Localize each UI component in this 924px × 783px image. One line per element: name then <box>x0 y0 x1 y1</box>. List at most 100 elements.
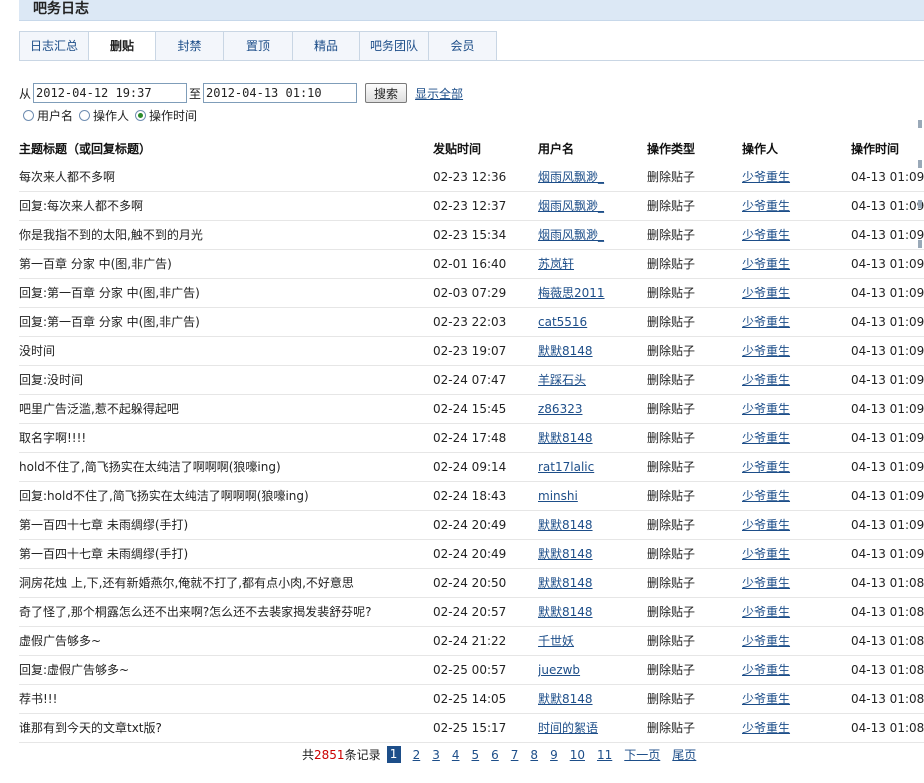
page-link-4[interactable]: 4 <box>452 748 460 762</box>
table-row: 回复:每次来人都不多啊 02-23 12:37 烟雨风飘渺_ 删除贴子 少爷重生 04-1… <box>19 192 924 221</box>
operator-cell: 少爷重生 <box>742 192 842 220</box>
operator-link[interactable]: 少爷重生 <box>742 605 790 619</box>
page-link-5[interactable]: 5 <box>472 748 480 762</box>
operator-link[interactable]: 少爷重生 <box>742 228 790 242</box>
operation-type: 删除贴子 <box>647 634 696 648</box>
username-link[interactable]: 默默8148 <box>538 344 593 358</box>
username-link[interactable]: rat17lalic <box>538 460 594 474</box>
post-title: 吧里广告泛滥,惹不起躲得起吧 <box>19 402 179 416</box>
username-link[interactable]: 默默8148 <box>538 692 593 706</box>
next-page-link[interactable]: 下一页 <box>624 746 660 763</box>
tab-members[interactable]: 会员 <box>429 31 497 61</box>
post-title: 回复:每次来人都不多啊 <box>19 199 144 213</box>
page-link-9[interactable]: 9 <box>550 748 558 762</box>
operator-link[interactable]: 少爷重生 <box>742 170 790 184</box>
last-page-link[interactable]: 尾页 <box>672 746 696 763</box>
username-link[interactable]: 默默8148 <box>538 431 593 445</box>
operator-cell: 少爷重生 <box>742 395 842 423</box>
username-link[interactable]: 默默8148 <box>538 547 593 561</box>
column-header-post-time: 发贴时间 <box>433 142 482 156</box>
page-link-11[interactable]: 11 <box>597 748 612 762</box>
operation-time: 04-13 01:09 <box>851 547 924 561</box>
username-cell: 默默8148 <box>538 511 643 539</box>
radio-operator[interactable]: 操作人 <box>79 107 129 124</box>
tab-team[interactable]: 吧务团队 <box>360 31 429 61</box>
operator-link[interactable]: 少爷重生 <box>742 460 790 474</box>
username-link[interactable]: 烟雨风飘渺_ <box>538 228 604 242</box>
username-link[interactable]: cat5516 <box>538 315 587 329</box>
operator-link[interactable]: 少爷重生 <box>742 634 790 648</box>
operator-link[interactable]: 少爷重生 <box>742 518 790 532</box>
post-time: 02-24 15:45 <box>433 402 507 416</box>
operator-link[interactable]: 少爷重生 <box>742 373 790 387</box>
radio-operation-time[interactable]: 操作时间 <box>135 107 197 124</box>
username-link[interactable]: 千世妖 <box>538 634 574 648</box>
tab-featured[interactable]: 精品 <box>293 31 360 61</box>
operator-link[interactable]: 少爷重生 <box>742 576 790 590</box>
table-row: 回复:没时间 02-24 07:47 羊踩石头 删除贴子 少爷重生 04-13 01:09 <box>19 366 924 395</box>
post-title: hold不住了,简飞扬实在太纯洁了啊啊啊(狼嚎ing) <box>19 460 281 474</box>
operator-link[interactable]: 少爷重生 <box>742 402 790 416</box>
table-header: 主题标题（或回复标题） 发贴时间 用户名 操作类型 操作人 操作时间 <box>19 139 924 163</box>
page-link-7[interactable]: 7 <box>511 748 519 762</box>
post-title: 回复:虚假广告够多~ <box>19 663 130 677</box>
username-link[interactable]: 苏岚轩 <box>538 257 574 271</box>
operator-link[interactable]: 少爷重生 <box>742 663 790 677</box>
to-date-input[interactable] <box>203 83 358 103</box>
operator-link[interactable]: 少爷重生 <box>742 692 790 706</box>
radio-username[interactable]: 用户名 <box>23 107 73 124</box>
operator-link[interactable]: 少爷重生 <box>742 431 790 445</box>
operation-type: 删除贴子 <box>647 170 696 184</box>
operator-cell: 少爷重生 <box>742 627 842 655</box>
username-link[interactable]: 烟雨风飘渺_ <box>538 170 604 184</box>
page-link-3[interactable]: 3 <box>432 748 440 762</box>
operator-link[interactable]: 少爷重生 <box>742 344 790 358</box>
show-all-link[interactable]: 显示全部 <box>415 85 463 102</box>
search-button[interactable]: 搜索 <box>365 83 408 103</box>
operator-link[interactable]: 少爷重生 <box>742 315 790 329</box>
record-count-suffix: 条记录 <box>344 748 381 762</box>
page-link-8[interactable]: 8 <box>530 748 538 762</box>
username-link[interactable]: juezwb <box>538 663 580 677</box>
post-title: 第一百四十七章 未雨绸缪(手打) <box>19 518 189 532</box>
username-link[interactable]: 时间的絮语 <box>538 721 598 735</box>
username-link[interactable]: 羊踩石头 <box>538 373 586 387</box>
username-link[interactable]: 默默8148 <box>538 518 593 532</box>
radio-button[interactable] <box>23 110 34 121</box>
tab-delete-posts[interactable]: 删贴 <box>89 31 156 61</box>
page-link-10[interactable]: 10 <box>570 748 585 762</box>
operator-link[interactable]: 少爷重生 <box>742 721 790 735</box>
username-link[interactable]: minshi <box>538 489 578 503</box>
scrollbar[interactable] <box>913 120 924 280</box>
operation-type: 删除贴子 <box>647 605 696 619</box>
tab-log-summary[interactable]: 日志汇总 <box>20 31 89 61</box>
radio-button[interactable] <box>79 110 91 121</box>
table-row: 没时间 02-23 19:07 默默8148 删除贴子 少爷重生 04-13 01:09 <box>19 337 924 366</box>
column-header-operator: 操作人 <box>742 142 779 156</box>
operator-link[interactable]: 少爷重生 <box>742 286 790 300</box>
operator-cell: 少爷重生 <box>742 482 842 510</box>
post-title: 取名字啊!!!! <box>19 431 87 445</box>
operator-link[interactable]: 少爷重生 <box>742 547 790 561</box>
tab-ban[interactable]: 封禁 <box>156 31 224 61</box>
radio-button-checked[interactable] <box>135 110 147 121</box>
operation-time: 04-13 01:09 <box>851 373 924 387</box>
username-link[interactable]: 默默8148 <box>538 605 593 619</box>
operator-link[interactable]: 少爷重生 <box>742 199 790 213</box>
operator-link[interactable]: 少爷重生 <box>742 257 790 271</box>
username-cell: 默默8148 <box>538 685 643 713</box>
tab-pin[interactable]: 置顶 <box>224 31 293 61</box>
username-link[interactable]: 默默8148 <box>538 576 593 590</box>
username-cell: 默默8148 <box>538 598 643 626</box>
page-link-2[interactable]: 2 <box>413 748 421 762</box>
table-row: 回复:虚假广告够多~ 02-25 00:57 juezwb 删除贴子 少爷重生 04-13… <box>19 656 924 685</box>
from-date-input[interactable] <box>33 83 188 103</box>
table-row: 谁那有到今天的文章txt版? 02-25 15:17 时间的絮语 删除贴子 少爷重生 04… <box>19 714 924 743</box>
username-link[interactable]: 烟雨风飘渺_ <box>538 199 604 213</box>
operation-type: 删除贴子 <box>647 460 696 474</box>
username-link[interactable]: 梅薇思2011 <box>538 286 605 300</box>
username-link[interactable]: z86323 <box>538 402 582 416</box>
operator-link[interactable]: 少爷重生 <box>742 489 790 503</box>
operation-type: 删除贴子 <box>647 344 696 358</box>
page-link-6[interactable]: 6 <box>491 748 499 762</box>
